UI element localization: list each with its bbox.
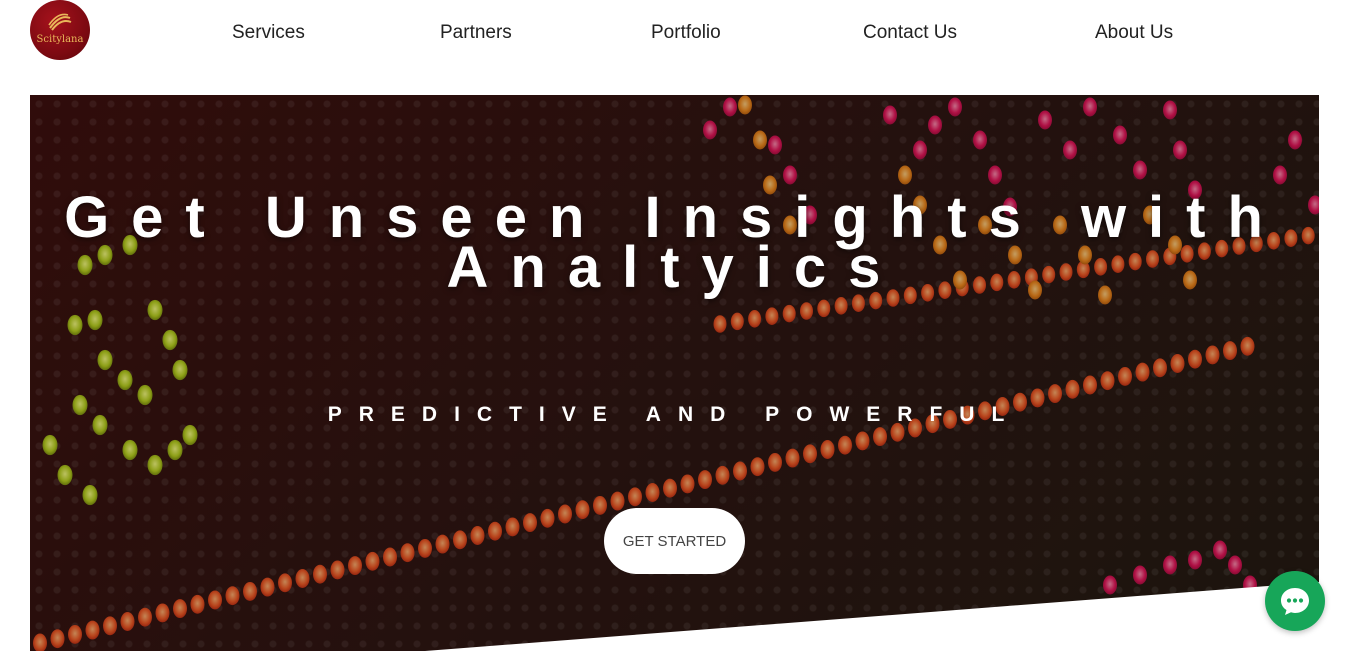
- get-started-button[interactable]: GET STARTED: [604, 508, 745, 574]
- nav-services[interactable]: Services: [232, 22, 305, 44]
- nav-portfolio[interactable]: Portfolio: [651, 22, 721, 44]
- nav-partners[interactable]: Partners: [440, 22, 512, 44]
- main-nav: Services Partners Portfolio Contact Us A…: [0, 0, 1349, 68]
- site-header: Scitylana Services Partners Portfolio Co…: [0, 0, 1349, 95]
- chat-widget-button[interactable]: [1265, 571, 1325, 631]
- nav-contact-us[interactable]: Contact Us: [863, 22, 957, 44]
- hero-banner: Get Unseen Insights with Analtyics PREDI…: [30, 95, 1319, 651]
- chat-bubble-icon: [1281, 588, 1309, 615]
- hero-subtitle: PREDICTIVE AND POWERFUL: [327, 403, 1022, 426]
- nav-about-us[interactable]: About Us: [1095, 22, 1173, 44]
- hero-title: Get Unseen Insights with Analtyics: [64, 185, 1285, 300]
